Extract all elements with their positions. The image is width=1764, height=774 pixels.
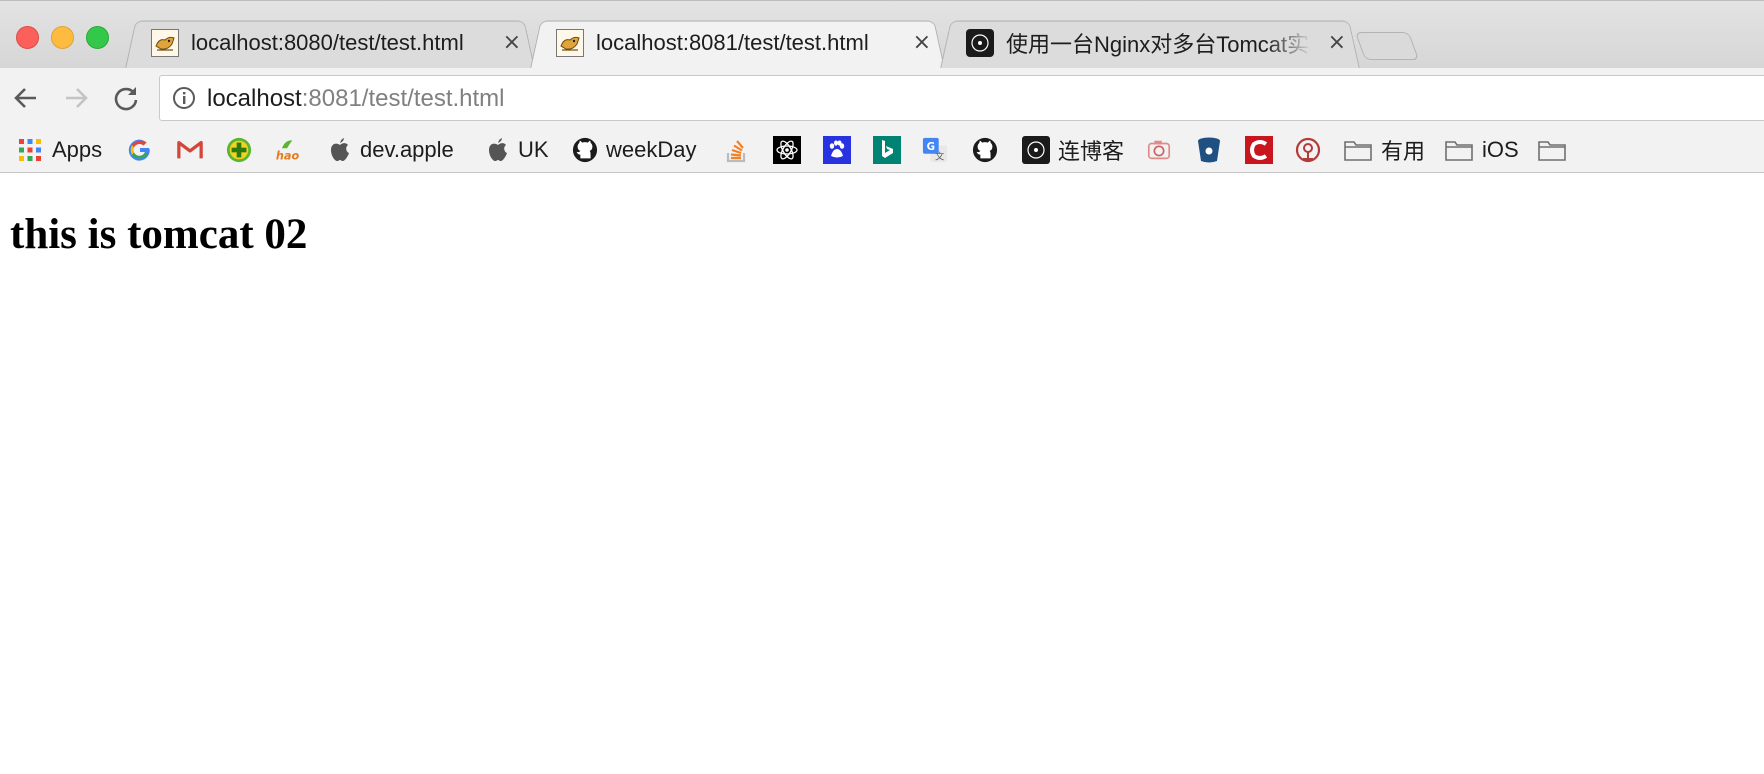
bookmark-railway[interactable] xyxy=(1295,135,1321,165)
folder-icon xyxy=(1444,137,1474,163)
github-icon xyxy=(972,137,998,163)
reload-button[interactable] xyxy=(110,82,142,114)
bookmark-dev-apple[interactable]: dev.apple xyxy=(327,135,454,165)
folder-icon xyxy=(1537,137,1567,163)
tab-nginx-article[interactable]: 使用一台Nginx对多台Tomcat实现 × xyxy=(940,17,1360,69)
gmail-icon xyxy=(177,137,203,163)
bookmark-gmail[interactable] xyxy=(177,135,203,165)
bookmark-label: UK xyxy=(518,137,549,162)
tab-close-icon[interactable]: × xyxy=(1328,30,1346,56)
url-text[interactable]: localhost:8081/test/test.html xyxy=(207,85,505,113)
tab-close-icon[interactable]: × xyxy=(503,30,521,56)
svg-text:hao: hao xyxy=(276,150,300,163)
csdn-c-icon xyxy=(1245,136,1273,164)
bookmark-label: weekDay xyxy=(606,137,697,162)
tomcat-favicon-icon xyxy=(151,29,179,57)
bookmark-360[interactable] xyxy=(226,135,252,165)
lyc-favicon-icon xyxy=(966,29,994,57)
bookmark-folder-ios[interactable]: iOS xyxy=(1444,135,1519,165)
tab-localhost-8080[interactable]: localhost:8080/test/test.html × xyxy=(125,17,535,69)
bookmark-weekday[interactable]: weekDay xyxy=(572,135,696,165)
bing-icon xyxy=(873,136,901,164)
back-button[interactable] xyxy=(10,82,42,114)
page-heading: this is tomcat 02 xyxy=(10,211,308,258)
tab-strip: localhost:8080/test/test.html × localhos… xyxy=(0,0,1764,69)
apple-icon xyxy=(485,137,511,163)
url-host: localhost xyxy=(207,85,302,112)
bucket-icon xyxy=(1196,137,1222,163)
tomcat-favicon-icon xyxy=(556,29,584,57)
arrow-left-icon xyxy=(14,88,36,108)
bookmark-folder-youyong[interactable]: 有用 xyxy=(1343,135,1425,165)
stackoverflow-icon xyxy=(724,137,750,163)
lyc-favicon-icon xyxy=(1022,136,1050,164)
bookmark-uk[interactable]: UK xyxy=(485,135,549,165)
tab-title: localhost:8081/test/test.html xyxy=(596,30,869,55)
bookmark-folder-overflow[interactable] xyxy=(1537,135,1567,165)
reload-icon xyxy=(114,87,138,111)
tab-close-icon[interactable]: × xyxy=(913,30,931,56)
google-icon xyxy=(127,137,153,163)
bookmark-csdn[interactable] xyxy=(1245,135,1273,165)
window-close-button[interactable] xyxy=(16,26,39,49)
bookmark-google-translate[interactable]: 文G xyxy=(922,135,948,165)
svg-text:G: G xyxy=(927,142,935,153)
info-icon[interactable] xyxy=(172,86,196,110)
bookmark-apps[interactable]: Apps xyxy=(17,135,102,165)
bookmark-hao[interactable]: hao xyxy=(275,135,301,165)
apple-icon xyxy=(327,137,353,163)
bookmark-github[interactable] xyxy=(972,135,998,165)
bookmark-label: 有用 xyxy=(1381,139,1426,164)
forward-button[interactable] xyxy=(60,82,92,114)
browser-toolbar: localhost:8081/test/test.html xyxy=(0,68,1764,128)
window-minimize-button[interactable] xyxy=(51,26,74,49)
bookmark-label: dev.apple xyxy=(360,137,454,162)
railway-logo-icon xyxy=(1295,137,1321,163)
baidu-paw-icon xyxy=(823,136,851,164)
new-tab-button[interactable] xyxy=(1354,32,1420,60)
bookmark-react[interactable] xyxy=(773,135,801,165)
plus-circle-icon xyxy=(226,137,252,163)
arrow-right-icon xyxy=(66,88,88,108)
tab-title: localhost:8080/test/test.html xyxy=(191,30,464,55)
bookmark-label: Apps xyxy=(52,137,103,162)
bookmark-label: 连博客 xyxy=(1058,139,1125,164)
hao-icon: hao xyxy=(275,137,301,163)
apps-grid-icon xyxy=(17,137,43,163)
folder-icon xyxy=(1343,137,1373,163)
tab-localhost-8081[interactable]: localhost:8081/test/test.html × xyxy=(530,17,945,69)
translate-icon: 文G xyxy=(922,137,948,163)
bookmark-bitbucket[interactable] xyxy=(1196,135,1222,165)
bookmarks-bar: Apps hao dev.apple UK weekDay 文 G 连博客 有用… xyxy=(0,128,1764,173)
tab-title: 使用一台Nginx对多台Tomcat实现 xyxy=(1006,32,1312,57)
address-bar[interactable]: localhost:8081/test/test.html xyxy=(159,75,1764,121)
bookmark-lianboke[interactable]: 连博客 xyxy=(1022,135,1124,165)
github-icon xyxy=(572,137,598,163)
bookmark-google[interactable] xyxy=(127,135,153,165)
window-maximize-button[interactable] xyxy=(86,26,109,49)
bookmark-bing[interactable] xyxy=(873,135,901,165)
react-icon xyxy=(773,136,801,164)
bookmark-label: iOS xyxy=(1482,137,1519,162)
url-path: :8081/test/test.html xyxy=(301,85,505,112)
page-content: this is tomcat 02 xyxy=(0,174,1764,774)
bookmark-photo[interactable] xyxy=(1146,135,1172,165)
camera-icon xyxy=(1146,137,1172,163)
bookmark-baidu[interactable] xyxy=(823,135,851,165)
bookmark-stackoverflow[interactable] xyxy=(724,135,750,165)
